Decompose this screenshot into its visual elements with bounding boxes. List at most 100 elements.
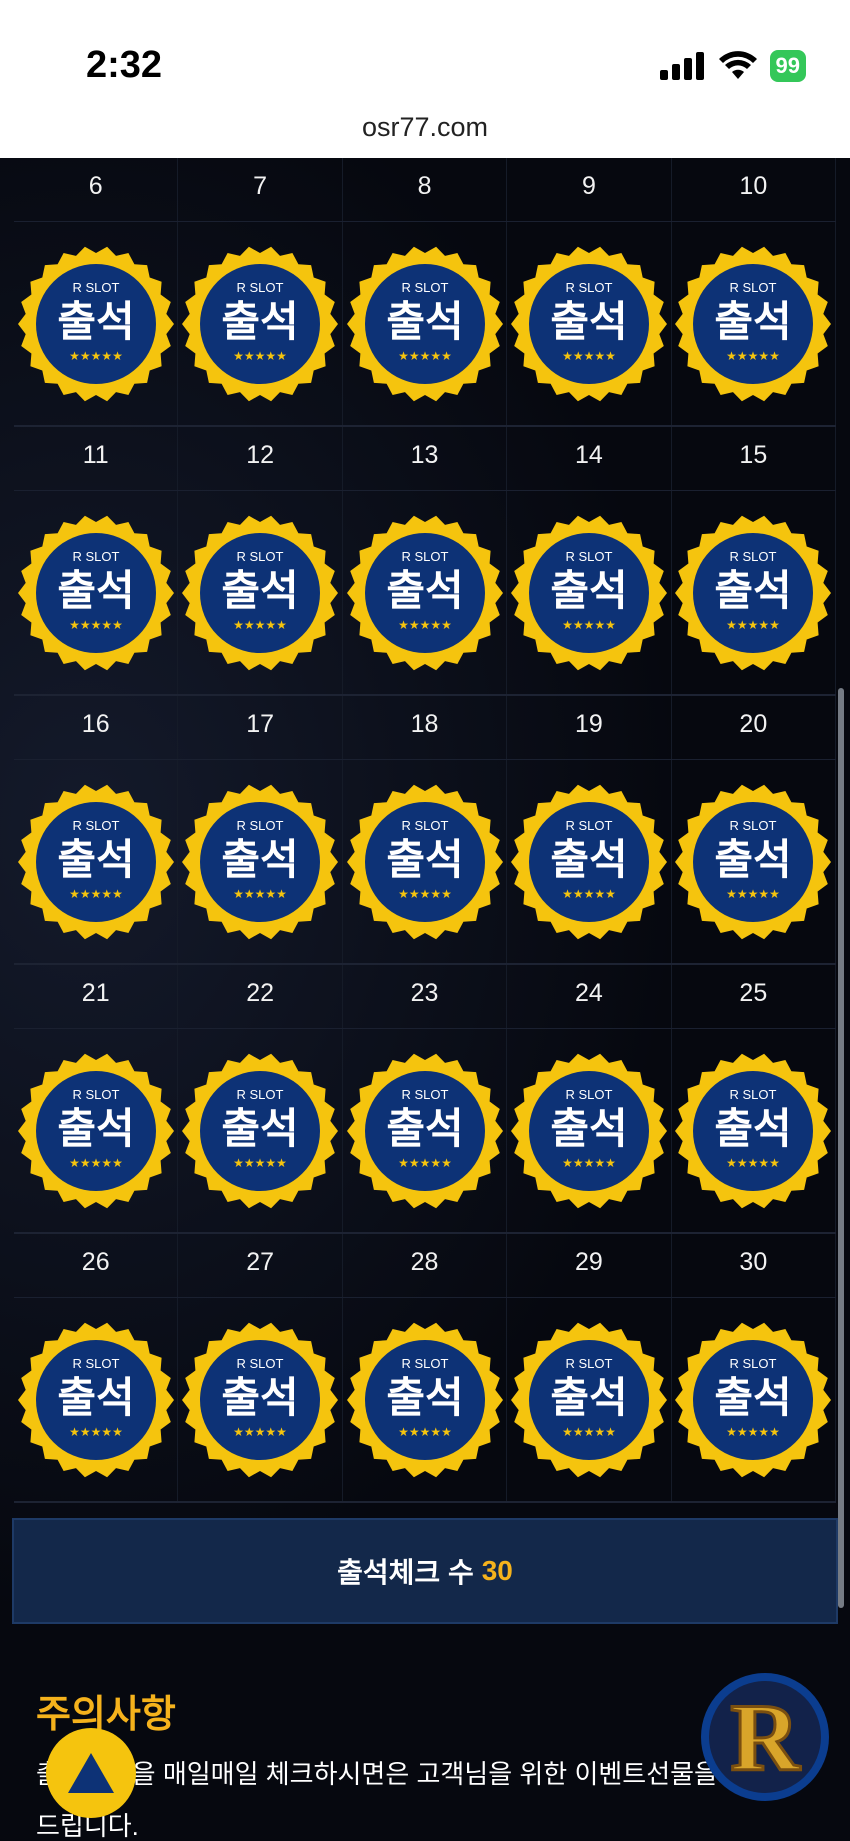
url-text: osr77.com	[361, 112, 489, 142]
calendar-day-cell: R SLOT 출석 ★★★★★	[507, 491, 672, 694]
status-bar: 2:32 99	[0, 0, 850, 112]
stamp-brand: R SLOT	[730, 1356, 777, 1371]
stamp-stars: ★★★★★	[69, 1156, 123, 1170]
calendar-day-cell: R SLOT 출석 ★★★★★	[343, 1298, 508, 1501]
calendar-day-row: 6 7 8 9 10	[14, 158, 837, 222]
calendar-day-cell: R SLOT 출석 ★★★★★	[178, 1298, 343, 1501]
attendance-stamp-icon: R SLOT 출석 ★★★★★	[510, 246, 667, 401]
calendar-day-cell: R SLOT 출석 ★★★★★	[14, 760, 179, 963]
stamp-stars: ★★★★★	[562, 349, 616, 363]
stamp-brand: R SLOT	[730, 549, 777, 564]
attendance-stamp-icon: R SLOT 출석 ★★★★★	[675, 1322, 832, 1477]
stamp-text: 출석	[715, 566, 792, 615]
stamp-stars: ★★★★★	[726, 618, 780, 632]
calendar-stamp-row: R SLOT 출석 ★★★★★ R SLOT 출석 ★★★★★ R SLOT 출석 ★★★★★ R…	[14, 491, 837, 696]
stamp-text: 출석	[57, 297, 134, 346]
stamp-text: 출석	[57, 835, 134, 884]
stamp-text: 출석	[57, 1104, 134, 1153]
calendar-day-number: 8	[343, 158, 508, 221]
stamp-stars: ★★★★★	[233, 349, 287, 363]
calendar-day-number: 19	[507, 696, 672, 759]
stamp-stars: ★★★★★	[726, 1425, 780, 1439]
stamp-text: 출석	[550, 1104, 627, 1153]
attendance-stamp-icon: R SLOT 출석 ★★★★★	[675, 515, 832, 670]
scroll-top-button[interactable]	[46, 1728, 136, 1818]
scrollbar[interactable]	[838, 688, 844, 1608]
stamp-stars: ★★★★★	[726, 349, 780, 363]
attendance-stamp-icon: R SLOT 출석 ★★★★★	[510, 515, 667, 670]
attendance-stamp-icon: R SLOT 출석 ★★★★★	[17, 1053, 174, 1208]
calendar-day-number: 15	[672, 427, 837, 490]
stamp-stars: ★★★★★	[398, 1425, 452, 1439]
attendance-stamp-icon: R SLOT 출석 ★★★★★	[675, 784, 832, 939]
status-time: 2:32	[86, 44, 163, 86]
calendar-day-row: 26 27 28 29 30	[14, 1234, 837, 1298]
stamp-brand: R SLOT	[730, 280, 777, 295]
calendar-day-number: 6	[14, 158, 179, 221]
attendance-count-label: 출석체크 수	[337, 1557, 474, 1588]
calendar-day-cell: R SLOT 출석 ★★★★★	[672, 491, 837, 694]
calendar-day-row: 21 22 23 24 25	[14, 965, 837, 1029]
calendar-day-cell: R SLOT 출석 ★★★★★	[343, 491, 508, 694]
stamp-brand: R SLOT	[401, 1356, 448, 1371]
calendar-day-row: 16 17 18 19 20	[14, 696, 837, 760]
stamp-stars: ★★★★★	[69, 618, 123, 632]
stamp-stars: ★★★★★	[233, 618, 287, 632]
stamp-stars: ★★★★★	[726, 1156, 780, 1170]
stamp-text: 출석	[715, 835, 792, 884]
calendar-day-cell: R SLOT 출석 ★★★★★	[507, 1298, 672, 1501]
stamp-brand: R SLOT	[401, 280, 448, 295]
calendar-day-number: 26	[14, 1234, 179, 1297]
stamp-brand: R SLOT	[565, 818, 612, 833]
attendance-stamp-icon: R SLOT 출석 ★★★★★	[182, 1322, 339, 1477]
calendar-day-cell: R SLOT 출석 ★★★★★	[178, 760, 343, 963]
attendance-stamp-icon: R SLOT 출석 ★★★★★	[17, 515, 174, 670]
notice-text: 출석도장을 매일매일 체크하시면은 고객님을 위한 이벤트선물을 드립니다.	[36, 1759, 718, 1841]
stamp-text: 출석	[386, 566, 463, 615]
stamp-text: 출석	[715, 1373, 792, 1422]
stamp-text: 출석	[386, 1104, 463, 1153]
calendar-day-cell: R SLOT 출석 ★★★★★	[14, 1298, 179, 1501]
stamp-brand: R SLOT	[565, 1356, 612, 1371]
calendar-day-number: 9	[507, 158, 672, 221]
stamp-text: 출석	[221, 1104, 298, 1153]
page-content: 6 7 8 9 10 R SLOT 출석 ★★★★★ R SLOT 출석 ★★★★★ R SLOT 출석…	[0, 158, 850, 1841]
calendar-stamp-row: R SLOT 출석 ★★★★★ R SLOT 출석 ★★★★★ R SLOT 출석 ★★★★★ R…	[14, 760, 837, 965]
stamp-text: 출석	[221, 835, 298, 884]
stamp-stars: ★★★★★	[562, 887, 616, 901]
attendance-count-bar: 출석체크 수 30	[12, 1518, 838, 1624]
stamp-text: 출석	[386, 297, 463, 346]
stamp-stars: ★★★★★	[233, 887, 287, 901]
attendance-count-value: 30	[481, 1555, 513, 1586]
stamp-brand: R SLOT	[72, 1356, 119, 1371]
calendar-day-number: 23	[343, 965, 508, 1028]
attendance-stamp-icon: R SLOT 출석 ★★★★★	[346, 784, 503, 939]
stamp-stars: ★★★★★	[398, 1156, 452, 1170]
stamp-brand: R SLOT	[72, 818, 119, 833]
calendar-stamp-row: R SLOT 출석 ★★★★★ R SLOT 출석 ★★★★★ R SLOT 출석 ★★★★★ R…	[14, 1298, 837, 1503]
stamp-stars: ★★★★★	[562, 1425, 616, 1439]
url-bar[interactable]: osr77.com	[0, 112, 850, 158]
svg-text:R: R	[730, 1684, 801, 1791]
calendar-day-number: 27	[178, 1234, 343, 1297]
stamp-text: 출석	[550, 835, 627, 884]
attendance-stamp-icon: R SLOT 출석 ★★★★★	[510, 1322, 667, 1477]
stamp-text: 출석	[57, 566, 134, 615]
calendar-day-number: 10	[672, 158, 837, 221]
calendar-day-number: 25	[672, 965, 837, 1028]
r-logo-icon[interactable]: R	[698, 1670, 832, 1804]
calendar-day-number: 17	[178, 696, 343, 759]
stamp-stars: ★★★★★	[398, 349, 452, 363]
attendance-stamp-icon: R SLOT 출석 ★★★★★	[346, 1053, 503, 1208]
stamp-text: 출석	[57, 1373, 134, 1422]
calendar-day-cell: R SLOT 출석 ★★★★★	[343, 222, 508, 425]
calendar-day-cell: R SLOT 출석 ★★★★★	[343, 760, 508, 963]
calendar-day-number: 24	[507, 965, 672, 1028]
stamp-brand: R SLOT	[401, 818, 448, 833]
calendar-day-number: 12	[178, 427, 343, 490]
calendar-day-number: 11	[14, 427, 179, 490]
stamp-text: 출석	[221, 566, 298, 615]
calendar-day-cell: R SLOT 출석 ★★★★★	[178, 491, 343, 694]
calendar-day-cell: R SLOT 출석 ★★★★★	[507, 222, 672, 425]
calendar-day-cell: R SLOT 출석 ★★★★★	[343, 1029, 508, 1232]
